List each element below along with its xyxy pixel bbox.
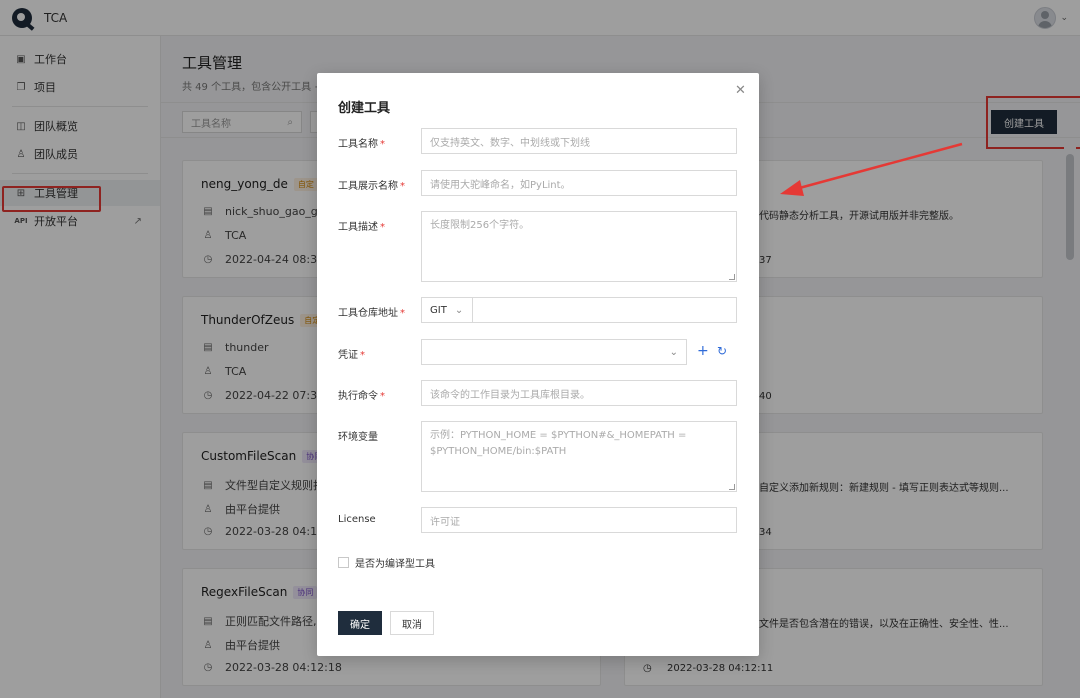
description-textarea[interactable]: 长度限制256个字符。 — [421, 211, 737, 282]
repo-label: 工具仓库地址 * — [338, 308, 405, 319]
credential-select[interactable]: ⌄ — [421, 339, 687, 365]
description-label: 工具描述 * — [338, 222, 385, 233]
cancel-button[interactable]: 取消 — [390, 611, 434, 635]
env-textarea[interactable]: 示例：PYTHON_HOME = $PYTHON#&_HOMEPATH = $P… — [421, 421, 737, 492]
chevron-down-icon: ⌄ — [454, 304, 464, 316]
credential-label: 凭证 * — [338, 350, 365, 361]
repo-url-input[interactable] — [472, 297, 737, 323]
add-credential-icon[interactable]: + — [697, 343, 709, 359]
display-name-input[interactable]: 请使用大驼峰命名，如PyLint。 — [421, 170, 737, 196]
checkbox-label: 是否为编译型工具 — [355, 559, 435, 570]
close-icon[interactable]: ✕ — [735, 83, 746, 98]
chevron-down-icon: ⌄ — [669, 346, 678, 358]
env-label: 环境变量 — [338, 432, 378, 443]
license-label: License — [338, 514, 376, 525]
annotation-arrow — [780, 142, 963, 196]
checkbox-box[interactable] — [338, 557, 349, 568]
confirm-button[interactable]: 确定 — [338, 611, 382, 635]
dialog-title: 创建工具 — [338, 101, 391, 116]
scm-type-select[interactable]: GIT ⌄ — [421, 297, 473, 323]
refresh-icon[interactable]: ↻ — [717, 344, 727, 358]
compiled-tool-checkbox[interactable]: 是否为编译型工具 — [338, 555, 435, 570]
tool-name-label: 工具名称 * — [338, 139, 385, 150]
command-input[interactable]: 该命令的工作目录为工具库根目录。 — [421, 380, 737, 406]
create-tool-dialog: 创建工具 ✕ 工具名称 * 仅支持英文、数字、中划线或下划线 工具展示名称 * 请使… — [317, 73, 759, 656]
command-label: 执行命令 * — [338, 391, 385, 402]
tool-name-input[interactable]: 仅支持英文、数字、中划线或下划线 — [421, 128, 737, 154]
resize-handle-icon[interactable] — [729, 484, 735, 490]
resize-handle-icon[interactable] — [729, 274, 735, 280]
license-input[interactable]: 许可证 — [421, 507, 737, 533]
display-name-label: 工具展示名称 * — [338, 181, 405, 192]
